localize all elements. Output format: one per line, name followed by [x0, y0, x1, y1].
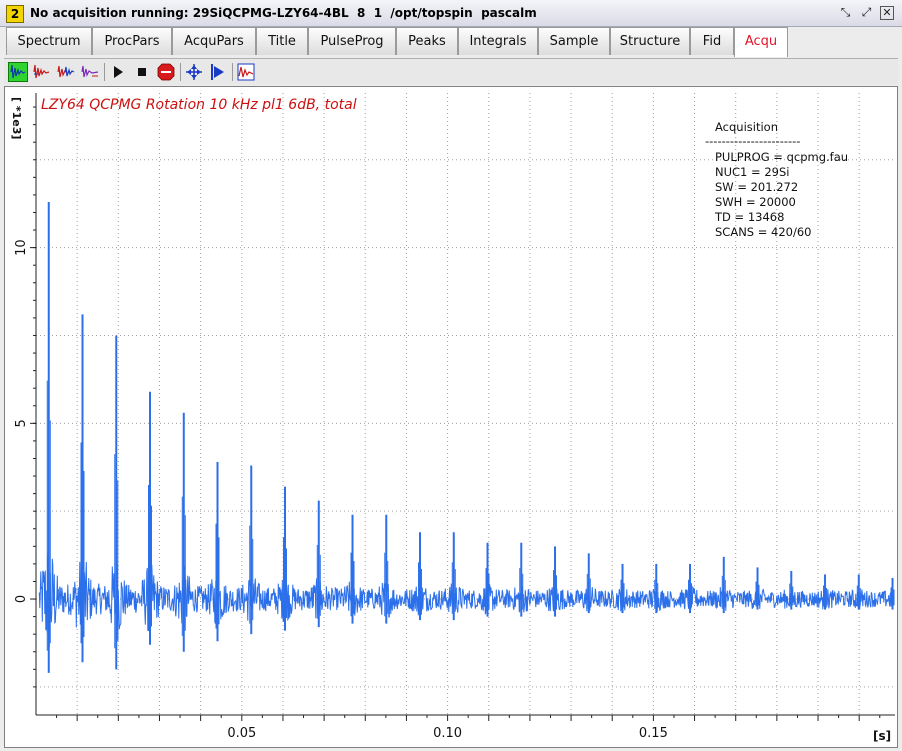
toolbar-separator — [232, 63, 233, 81]
tab-bar: Spectrum ProcPars AcquPars Title PulsePr… — [4, 27, 898, 57]
tab-procpars[interactable]: ProcPars — [92, 27, 172, 55]
tab-sample[interactable]: Sample — [538, 27, 610, 55]
fid-trace — [38, 201, 895, 673]
fid-red-blue-icon[interactable] — [56, 62, 76, 82]
fid-multi-icon[interactable] — [80, 62, 100, 82]
adjust-icon[interactable] — [184, 62, 204, 82]
info-divider: ----------------------- — [705, 134, 800, 148]
y-tick-label: 5 — [14, 419, 29, 427]
close-icon[interactable]: ✕ — [880, 6, 894, 20]
play-icon[interactable] — [108, 62, 128, 82]
fid-red-icon[interactable] — [32, 62, 52, 82]
y-tick-label: 0 — [14, 595, 29, 603]
window-title: No acquisition running: 29SiQCPMG-LZY64-… — [30, 6, 537, 20]
x-tick-label: 0.05 — [227, 726, 256, 741]
info-heading: Acquisition — [715, 120, 778, 134]
spectrum-window-icon[interactable] — [236, 62, 256, 82]
shrink-icon[interactable]: ⤡ — [838, 5, 853, 20]
info-line: SCANS = 420/60 — [715, 225, 812, 239]
window-titlebar[interactable]: 2 No acquisition running: 29SiQCPMG-LZY6… — [0, 0, 902, 27]
info-line: TD = 13468 — [714, 210, 784, 224]
info-line: SWH = 20000 — [715, 195, 796, 209]
toolbar-separator — [104, 63, 105, 81]
y-tick-label: 10 — [14, 239, 29, 256]
tab-fid[interactable]: Fid — [690, 27, 734, 55]
tab-integrals[interactable]: Integrals — [458, 27, 538, 55]
tab-title[interactable]: Title — [256, 27, 308, 55]
step-icon[interactable] — [208, 62, 228, 82]
chart-title: LZY64 QCPMG Rotation 10 kHz pl1 6dB, tot… — [41, 97, 357, 113]
tab-spectrum[interactable]: Spectrum — [6, 27, 92, 55]
maximize-icon[interactable]: ⤢ — [859, 5, 874, 20]
tab-peaks[interactable]: Peaks — [396, 27, 458, 55]
spectrum-display[interactable]: 0.05 0.10 0.15 0 5 10 LZY64 QCPMG Rotation 10… — [4, 86, 898, 748]
x-axis-label: [s] — [873, 729, 891, 743]
tab-acqupars[interactable]: AcquPars — [172, 27, 256, 55]
x-tick-label: 0.10 — [433, 726, 462, 741]
window-number-badge: 2 — [6, 5, 24, 23]
y-axis-label: [ *1e3] — [10, 97, 23, 139]
tab-acqu[interactable]: Acqu — [734, 27, 788, 57]
toolbar-separator — [180, 63, 181, 81]
stop-square-icon[interactable] — [132, 62, 152, 82]
toolbar — [4, 58, 898, 85]
acquisition-info: Acquisition ----------------------- PULP… — [705, 120, 848, 239]
stop-sign-icon[interactable] — [156, 62, 176, 82]
fid-chart[interactable]: 0.05 0.10 0.15 0 5 10 LZY64 QCPMG Rotation 10… — [5, 87, 897, 747]
x-tick-label: 0.15 — [639, 726, 668, 741]
info-line: NUC1 = 29Si — [715, 165, 789, 179]
fid-green-icon[interactable] — [8, 62, 28, 82]
tab-pulseprog[interactable]: PulseProg — [308, 27, 396, 55]
tab-structure[interactable]: Structure — [610, 27, 690, 55]
info-line: PULPROG = qcpmg.fau — [715, 150, 848, 164]
info-line: SW = 201.272 — [715, 180, 798, 194]
fid-baseline — [38, 552, 895, 648]
